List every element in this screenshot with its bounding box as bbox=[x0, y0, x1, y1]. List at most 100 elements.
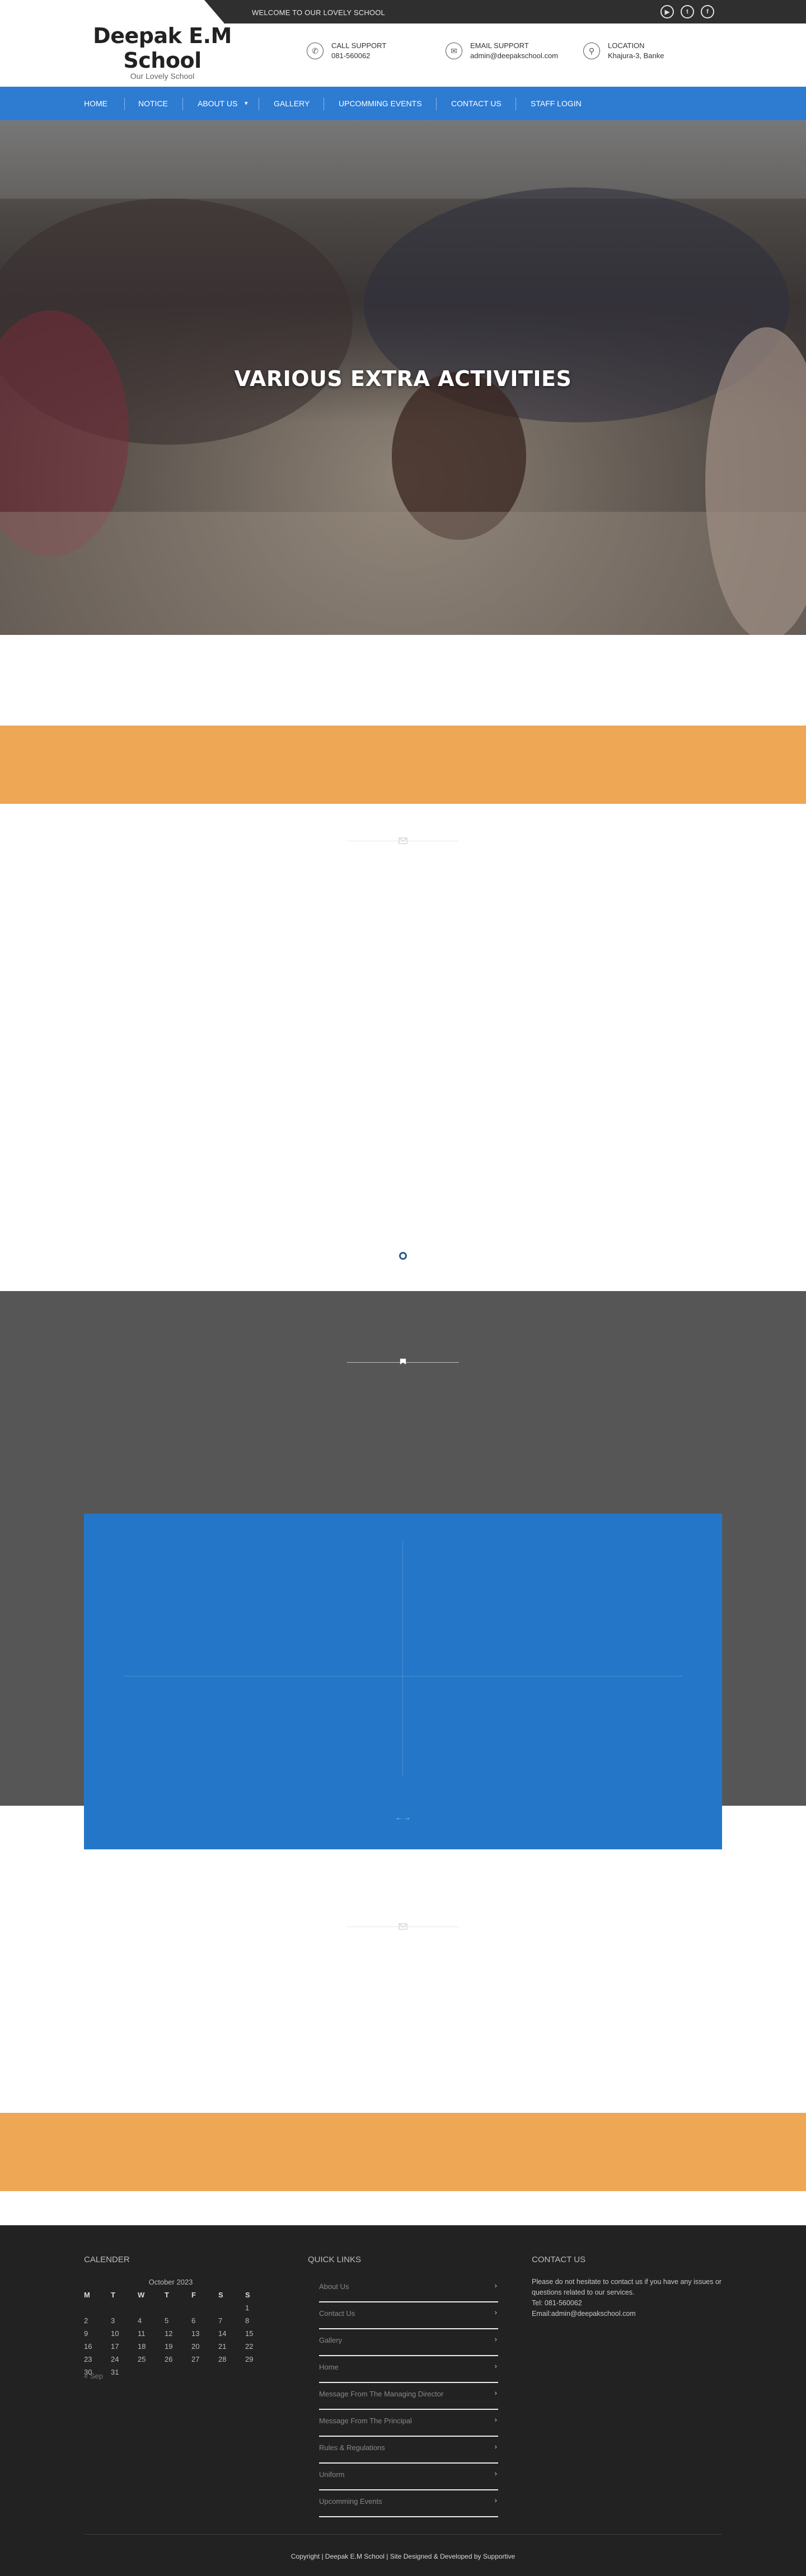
calendar-day: 26 bbox=[165, 2355, 173, 2363]
location-icon: ⚲ bbox=[583, 43, 600, 59]
quick-link-item[interactable]: Uniform › bbox=[319, 2464, 498, 2490]
bookmark-icon bbox=[400, 1358, 406, 1365]
calendar-day: 3 bbox=[111, 2316, 115, 2325]
chevron-right-icon: › bbox=[494, 2389, 497, 2397]
chevron-right-icon: › bbox=[494, 2281, 497, 2290]
quick-link-item[interactable]: Home › bbox=[319, 2356, 498, 2383]
calendar-day: 29 bbox=[245, 2355, 254, 2363]
chevron-right-icon: › bbox=[494, 2496, 497, 2504]
panel-pager-arrows[interactable]: ← → bbox=[392, 1814, 414, 1821]
hero-slider[interactable]: VARIOUS EXTRA ACTIVITIES bbox=[0, 120, 806, 635]
calendar-day: 27 bbox=[191, 2355, 200, 2363]
calendar-weekday: S bbox=[218, 2291, 223, 2299]
youtube-icon[interactable]: ▶ bbox=[660, 5, 674, 18]
nav-item-about-us[interactable]: ABOUT US bbox=[198, 87, 237, 120]
quick-link-label: About Us bbox=[319, 2282, 349, 2291]
calendar-day: 2 bbox=[84, 2316, 88, 2325]
chevron-right-icon: › bbox=[494, 2335, 497, 2343]
call-support-label: CALL SUPPORT bbox=[331, 41, 387, 50]
calendar-caption: October 2023 bbox=[148, 2278, 193, 2286]
calendar-day: 7 bbox=[218, 2316, 223, 2325]
quick-link-label: Gallery bbox=[319, 2336, 343, 2344]
footer-contact-heading: CONTACT US bbox=[532, 2255, 586, 2264]
featured-blue-panel: ← → bbox=[84, 1514, 722, 1849]
footer-contact-text: Please do not hesitate to contact us if … bbox=[532, 2278, 722, 2296]
calendar-day: 19 bbox=[165, 2342, 173, 2351]
calendar-day: 24 bbox=[111, 2355, 119, 2363]
calendar-day: 31 bbox=[111, 2368, 119, 2376]
nav-item-upcomming-events[interactable]: UPCOMMING EVENTS bbox=[339, 87, 422, 120]
chevron-right-icon: › bbox=[494, 2415, 497, 2424]
calendar-prev-link[interactable]: « Sep bbox=[84, 2372, 103, 2380]
quick-links-heading: QUICK LINKS bbox=[308, 2255, 362, 2264]
email-icon: ✉ bbox=[446, 43, 462, 59]
chevron-down-icon[interactable]: ▾ bbox=[245, 87, 248, 120]
quick-link-item[interactable]: Upcomming Events › bbox=[319, 2490, 498, 2517]
calendar-weekday: T bbox=[165, 2291, 169, 2299]
quick-link-item[interactable]: Contact Us › bbox=[319, 2302, 498, 2329]
nav-separator bbox=[182, 98, 183, 110]
chevron-right-icon: › bbox=[494, 2442, 497, 2451]
calendar-day: 18 bbox=[138, 2342, 146, 2351]
hero-title: VARIOUS EXTRA ACTIVITIES bbox=[234, 366, 572, 391]
quick-link-item[interactable]: Gallery › bbox=[319, 2329, 498, 2356]
calendar-day: 15 bbox=[245, 2329, 254, 2338]
calendar-day: 1 bbox=[245, 2304, 250, 2312]
calendar-day: 6 bbox=[191, 2316, 196, 2325]
panel-vertical-guide bbox=[402, 1542, 403, 1777]
calendar-day: 13 bbox=[191, 2329, 200, 2338]
calendar-weekday: F bbox=[191, 2291, 196, 2299]
school-logo-title[interactable]: Deepak E.M School bbox=[84, 23, 241, 73]
quick-link-label: Rules & Regulations bbox=[319, 2443, 385, 2452]
envelope-icon bbox=[399, 837, 407, 844]
footer-contact-email[interactable]: Email:admin@deepakschool.com bbox=[532, 2309, 722, 2319]
nav-item-notice[interactable]: NOTICE bbox=[138, 87, 168, 120]
quick-link-label: Home bbox=[319, 2363, 339, 2371]
main-nav: HOME NOTICE ABOUT US ▾ GALLERY UPCOMMING… bbox=[0, 87, 806, 120]
nav-item-staff-login[interactable]: STAFF LOGIN bbox=[531, 87, 582, 120]
top-bar-notch bbox=[204, 0, 224, 23]
calendar-day: 11 bbox=[138, 2329, 146, 2338]
quick-link-label: Uniform bbox=[319, 2470, 345, 2479]
quick-link-label: Contact Us bbox=[319, 2309, 355, 2318]
copyright-text: Copyright | Deepak E.M School | Site Des… bbox=[290, 2553, 516, 2560]
footer-divider bbox=[84, 2534, 722, 2535]
slider-dot[interactable] bbox=[399, 1252, 407, 1260]
calendar-weekday: T bbox=[111, 2291, 115, 2299]
calendar-day: 25 bbox=[138, 2355, 146, 2363]
location-label: LOCATION bbox=[608, 41, 645, 50]
quick-link-label: Message From The Principal bbox=[319, 2417, 412, 2425]
school-tagline: Our Lovely School bbox=[130, 72, 195, 81]
email-support-value: admin@deepakschool.com bbox=[470, 51, 559, 60]
calendar-day: 9 bbox=[84, 2329, 88, 2338]
phone-icon: ✆ bbox=[307, 43, 324, 59]
orange-banner-top bbox=[0, 726, 806, 804]
envelope-icon bbox=[399, 1923, 407, 1930]
calendar-day: 5 bbox=[165, 2316, 169, 2325]
nav-separator bbox=[124, 98, 125, 110]
twitter-icon[interactable]: t bbox=[681, 5, 694, 18]
nav-item-contact-us[interactable]: CONTACT US bbox=[451, 87, 502, 120]
quick-link-item[interactable]: About Us › bbox=[319, 2276, 498, 2302]
chevron-right-icon: › bbox=[494, 2469, 497, 2478]
calendar-day: 23 bbox=[84, 2355, 92, 2363]
nav-item-gallery[interactable]: GALLERY bbox=[274, 87, 310, 120]
welcome-text: WELCOME TO OUR LOVELY SCHOOL bbox=[252, 8, 385, 17]
calendar-day: 4 bbox=[138, 2316, 142, 2325]
quick-link-label: Message From The Managing Director bbox=[319, 2390, 444, 2398]
calendar-day: 12 bbox=[165, 2329, 173, 2338]
quick-link-item[interactable]: Message From The Managing Director › bbox=[319, 2383, 498, 2410]
quick-link-item[interactable]: Message From The Principal › bbox=[319, 2410, 498, 2437]
calendar-day: 22 bbox=[245, 2342, 254, 2351]
chevron-right-icon: › bbox=[494, 2308, 497, 2316]
calendar-heading: CALENDER bbox=[84, 2255, 130, 2264]
footer-contact-tel: Tel: 081-560062 bbox=[532, 2299, 582, 2307]
location-value: Khajura-3, Banke bbox=[608, 51, 664, 60]
calendar-day: 28 bbox=[218, 2355, 227, 2363]
calendar-day: 8 bbox=[245, 2316, 250, 2325]
orange-banner-bottom bbox=[0, 2113, 806, 2191]
nav-item-home[interactable]: HOME bbox=[84, 87, 107, 120]
quick-link-label: Upcomming Events bbox=[319, 2497, 382, 2506]
quick-link-item[interactable]: Rules & Regulations › bbox=[319, 2437, 498, 2464]
facebook-icon[interactable]: f bbox=[701, 5, 714, 18]
